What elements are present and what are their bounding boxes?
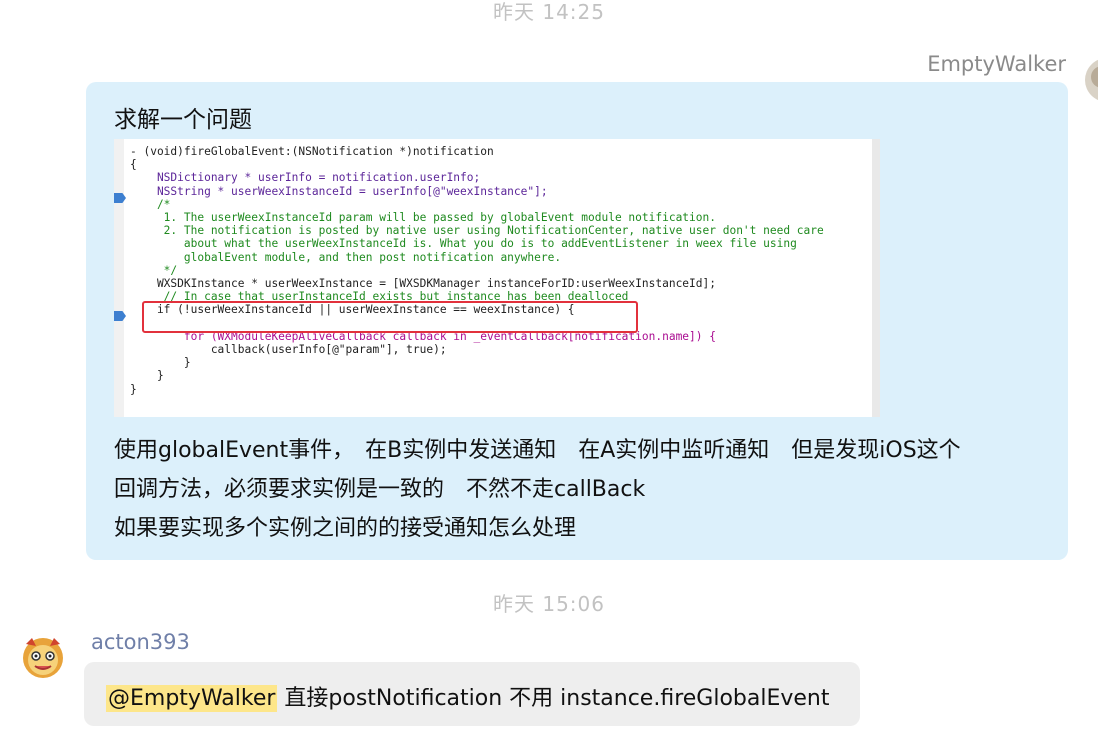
sender-name[interactable]: EmptyWalker: [927, 52, 1066, 76]
avatar[interactable]: [18, 634, 68, 680]
highlight-box: [142, 301, 638, 333]
cartoon-avatar-icon: [23, 638, 63, 678]
sender-name[interactable]: acton393: [91, 630, 190, 654]
message-bubble[interactable]: 求解一个问题 - (void)fireGlobalEvent:(NSNotifi…: [86, 82, 1068, 560]
timestamp: 昨天 15:06: [493, 592, 605, 616]
editor-scrollbar: [872, 139, 880, 417]
editor-gutter: [114, 139, 124, 417]
breakpoint-marker: [114, 193, 126, 203]
avatar[interactable]: [1085, 58, 1098, 102]
message-text-line: 回调方法，必须要求实例是一致的 不然不走callBack: [114, 477, 646, 502]
timestamp: 昨天 14:25: [493, 0, 605, 24]
mention-tag[interactable]: @EmptyWalker: [106, 685, 278, 712]
message-title: 求解一个问题: [114, 107, 252, 133]
code-screenshot-image[interactable]: - (void)fireGlobalEvent:(NSNotification …: [114, 139, 880, 417]
message-body: 直接postNotification 不用 instance.fireGloba…: [277, 686, 830, 711]
message-text-line: 如果要实现多个实例之间的的接受通知怎么处理: [114, 516, 577, 541]
breakpoint-marker: [114, 311, 126, 321]
message-bubble[interactable]: @EmptyWalker 直接postNotification 不用 insta…: [84, 662, 860, 726]
message-text: @EmptyWalker 直接postNotification 不用 insta…: [106, 680, 830, 712]
message-text-line: 使用globalEvent事件， 在B实例中发送通知 在A实例中监听通知 但是发…: [114, 438, 961, 463]
code-block: - (void)fireGlobalEvent:(NSNotification …: [130, 145, 824, 396]
